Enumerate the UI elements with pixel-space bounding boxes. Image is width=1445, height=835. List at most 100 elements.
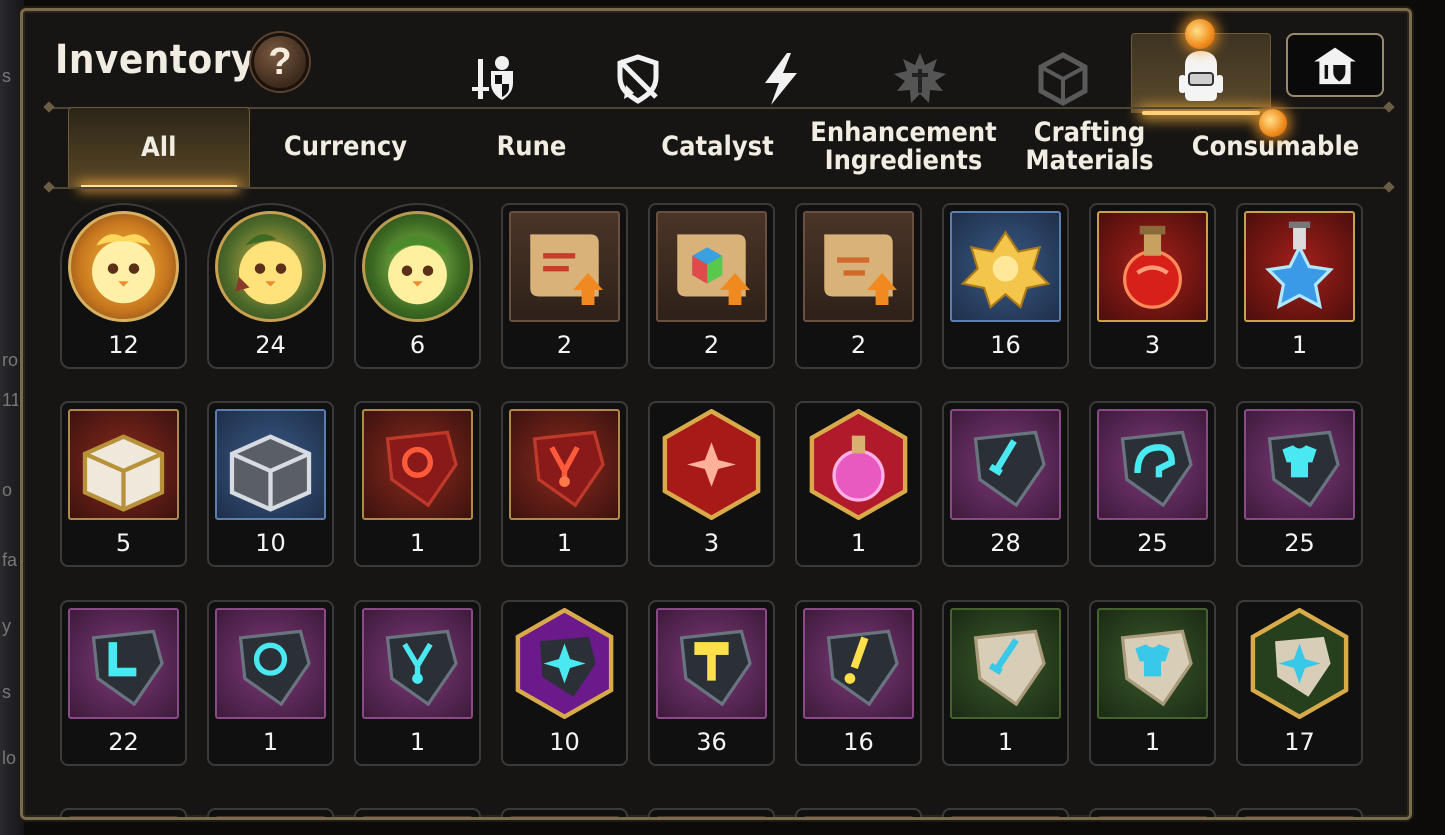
item-slot[interactable]: 25	[1236, 401, 1363, 567]
item-slot-partial[interactable]	[354, 808, 481, 817]
gold-exclaim-rune-item-icon	[803, 608, 914, 719]
item-quantity: 16	[843, 728, 874, 756]
item-slot[interactable]: 2	[795, 203, 922, 369]
item-quantity: 22	[108, 728, 139, 756]
item-quantity: 36	[696, 728, 727, 756]
item-quantity: 1	[409, 728, 426, 756]
item-quantity: 3	[1144, 331, 1161, 359]
help-button[interactable]: ?	[251, 33, 309, 91]
item-slot-partial[interactable]	[942, 808, 1069, 817]
notification-dot	[1185, 19, 1215, 49]
stone-armor-rune-item-icon	[1097, 608, 1208, 719]
red-ring-rune-item-icon	[362, 409, 473, 520]
item-quantity: 1	[409, 529, 426, 557]
item-slot[interactable]: 3	[1089, 203, 1216, 369]
tab-currency[interactable]: Currency	[262, 107, 429, 187]
storage-icon	[1314, 47, 1356, 85]
red-star-rune-item-icon	[656, 409, 767, 520]
item-slot[interactable]: 1	[501, 401, 628, 567]
purple-star-rune-item-icon	[509, 608, 620, 719]
item-slot-partial[interactable]	[1089, 808, 1216, 817]
item-slot[interactable]: 1	[354, 401, 481, 567]
blue-boots-rune-item-icon	[68, 608, 179, 719]
item-quantity: 24	[255, 331, 286, 359]
item-slot[interactable]: 24	[207, 203, 334, 369]
item-quantity: 5	[115, 529, 132, 557]
scroll-upgrade-item-2-icon	[803, 211, 914, 322]
backpack-icon[interactable]	[1171, 45, 1231, 105]
item-quantity: 1	[556, 529, 573, 557]
item-slot[interactable]: 17	[1236, 600, 1363, 766]
scroll-rainbow-upgrade-item-icon	[656, 211, 767, 322]
blue-armor-rune-item-icon	[1244, 409, 1355, 520]
item-slot[interactable]: 1	[354, 600, 481, 766]
tab-catalyst[interactable]: Catalyst	[634, 107, 801, 187]
item-slot[interactable]: 16	[942, 203, 1069, 369]
red-necklace-rune-item-icon	[509, 409, 620, 520]
gold-chest-item-icon	[68, 409, 179, 520]
page-title: Inventory	[55, 37, 255, 83]
item-slot[interactable]: 10	[501, 600, 628, 766]
item-slot-partial[interactable]	[60, 808, 187, 817]
silver-chest-item-icon	[215, 409, 326, 520]
item-quantity: 1	[262, 728, 279, 756]
phantasma-laurel-currency-item-icon	[362, 211, 473, 322]
item-quantity: 1	[1144, 728, 1161, 756]
item-slot-partial[interactable]	[648, 808, 775, 817]
item-quantity: 6	[409, 331, 426, 359]
consumable-notification-dot	[1259, 109, 1287, 137]
item-quantity: 17	[1284, 728, 1315, 756]
lightning-icon[interactable]	[751, 49, 811, 109]
blue-helm-rune-item-icon	[1097, 409, 1208, 520]
tab-enhancement-line1: Enhancement	[810, 117, 997, 148]
tab-crafting-line1: Crafting	[1033, 117, 1146, 148]
item-slot[interactable]: 3	[648, 401, 775, 567]
item-slot[interactable]: 25	[1089, 401, 1216, 567]
item-slot-partial[interactable]	[501, 808, 628, 817]
stone-star-rune-item-icon	[1244, 608, 1355, 719]
blue-ring-rune-item-icon	[215, 608, 326, 719]
divider-categories	[43, 181, 1395, 193]
item-quantity: 1	[1291, 331, 1308, 359]
tab-rune[interactable]: Rune	[448, 107, 615, 187]
item-slot[interactable]: 1	[1089, 600, 1216, 766]
item-slot[interactable]: 5	[60, 401, 187, 567]
red-potion-item-icon	[1097, 211, 1208, 322]
item-slot[interactable]: 10	[207, 401, 334, 567]
item-slot[interactable]: 1	[795, 401, 922, 567]
artifact-icon[interactable]	[608, 49, 668, 109]
splash-icon[interactable]	[890, 49, 950, 109]
scroll-upgrade-item-icon	[509, 211, 620, 322]
item-slot-partial[interactable]	[1236, 808, 1363, 817]
tab-all[interactable]: All	[68, 107, 250, 188]
item-quantity: 12	[108, 331, 139, 359]
item-slot[interactable]: 1	[207, 600, 334, 766]
storage-button[interactable]	[1286, 33, 1384, 97]
item-quantity: 1	[850, 529, 867, 557]
equipment-icon[interactable]	[465, 49, 525, 109]
tab-enhancement-ingredients[interactable]: Enhancement Ingredients	[810, 107, 997, 187]
tab-crafting-materials[interactable]: Crafting Materials	[1006, 107, 1173, 187]
item-slot[interactable]: 6	[354, 203, 481, 369]
item-slot-partial[interactable]	[795, 808, 922, 817]
item-slot[interactable]: 16	[795, 600, 922, 766]
item-slot[interactable]: 1	[1236, 203, 1363, 369]
item-quantity: 16	[990, 331, 1021, 359]
tab-crafting-line2: Materials	[1025, 145, 1154, 176]
item-slot[interactable]: 28	[942, 401, 1069, 567]
item-slot[interactable]: 1	[942, 600, 1069, 766]
blue-necklace-rune-item-icon	[362, 608, 473, 719]
item-quantity: 28	[990, 529, 1021, 557]
cube-icon[interactable]	[1033, 49, 1093, 109]
gold-hammer-rune-item-icon	[656, 608, 767, 719]
item-slot[interactable]: 2	[501, 203, 628, 369]
item-slot[interactable]: 22	[60, 600, 187, 766]
item-slot[interactable]: 12	[60, 203, 187, 369]
item-quantity: 3	[703, 529, 720, 557]
item-slot[interactable]: 2	[648, 203, 775, 369]
item-quantity: 25	[1284, 529, 1315, 557]
item-slot-partial[interactable]	[207, 808, 334, 817]
item-slot[interactable]: 36	[648, 600, 775, 766]
item-quantity: 10	[549, 728, 580, 756]
item-quantity: 2	[850, 331, 867, 359]
